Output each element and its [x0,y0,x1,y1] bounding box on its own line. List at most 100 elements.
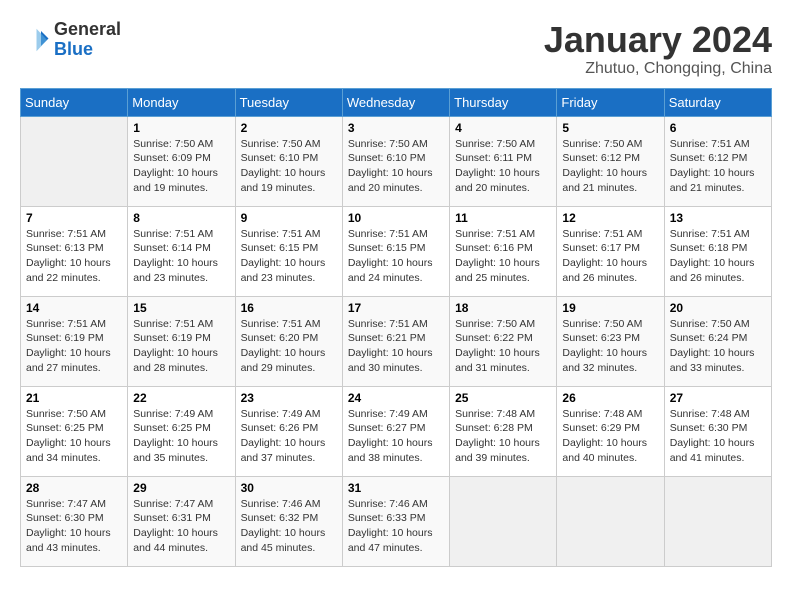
day-number: 5 [562,121,658,135]
day-info: Sunrise: 7:50 AMSunset: 6:12 PMDaylight:… [562,137,658,196]
calendar-header: SundayMondayTuesdayWednesdayThursdayFrid… [21,88,772,116]
day-of-week-header: Saturday [664,88,771,116]
day-info: Sunrise: 7:51 AMSunset: 6:15 PMDaylight:… [241,227,337,286]
day-info: Sunrise: 7:50 AMSunset: 6:24 PMDaylight:… [670,317,766,376]
day-number: 6 [670,121,766,135]
day-info: Sunrise: 7:48 AMSunset: 6:29 PMDaylight:… [562,407,658,466]
day-number: 12 [562,211,658,225]
calendar-cell: 21 Sunrise: 7:50 AMSunset: 6:25 PMDayligh… [21,386,128,476]
day-info: Sunrise: 7:48 AMSunset: 6:28 PMDaylight:… [455,407,551,466]
day-number: 23 [241,391,337,405]
day-number: 29 [133,481,229,495]
calendar-cell: 2Sunrise: 7:50 AMSunset: 6:10 PMDaylight… [235,116,342,206]
calendar-body: 1 Sunrise: 7:50 AMSunset: 6:09 PMDaylight… [21,116,772,566]
day-info: Sunrise: 7:51 AMSunset: 6:18 PMDaylight:… [670,227,766,286]
day-info: Sunrise: 7:49 AMSunset: 6:25 PMDaylight:… [133,407,229,466]
day-info: Sunrise: 7:51 AMSunset: 6:15 PMDaylight:… [348,227,444,286]
day-info: Sunrise: 7:49 AMSunset: 6:27 PMDaylight:… [348,407,444,466]
day-number: 24 [348,391,444,405]
day-number: 4 [455,121,551,135]
calendar-cell: 7 Sunrise: 7:51 AMSunset: 6:13 PMDaylight… [21,206,128,296]
calendar-cell: 1 Sunrise: 7:50 AMSunset: 6:09 PMDaylight… [128,116,235,206]
calendar-cell: 8 Sunrise: 7:51 AMSunset: 6:14 PMDaylight… [128,206,235,296]
day-number: 17 [348,301,444,315]
day-info: Sunrise: 7:49 AMSunset: 6:26 PMDaylight:… [241,407,337,466]
calendar-cell: 23 Sunrise: 7:49 AMSunset: 6:26 PMDayligh… [235,386,342,476]
calendar-cell: 3 Sunrise: 7:50 AMSunset: 6:10 PMDaylight… [342,116,449,206]
calendar-week-row: 7 Sunrise: 7:51 AMSunset: 6:13 PMDaylight… [21,206,772,296]
page-header: General Blue January 2024 Zhutuo, Chongq… [20,20,772,78]
logo-blue: Blue [54,39,93,59]
day-number: 27 [670,391,766,405]
day-number: 21 [26,391,122,405]
calendar-cell: 14Sunrise: 7:51 AMSunset: 6:19 PMDayligh… [21,296,128,386]
logo-icon [20,25,50,55]
calendar-cell: 18Sunrise: 7:50 AMSunset: 6:22 PMDayligh… [450,296,557,386]
day-info: Sunrise: 7:50 AMSunset: 6:09 PMDaylight:… [133,137,229,196]
day-info: Sunrise: 7:50 AMSunset: 6:10 PMDaylight:… [348,137,444,196]
day-info: Sunrise: 7:50 AMSunset: 6:25 PMDaylight:… [26,407,122,466]
day-number: 28 [26,481,122,495]
day-number: 11 [455,211,551,225]
calendar-cell: 6Sunrise: 7:51 AMSunset: 6:12 PMDaylight… [664,116,771,206]
calendar-cell: 16Sunrise: 7:51 AMSunset: 6:20 PMDayligh… [235,296,342,386]
header-row: SundayMondayTuesdayWednesdayThursdayFrid… [21,88,772,116]
day-number: 26 [562,391,658,405]
day-number: 1 [133,121,229,135]
day-info: Sunrise: 7:51 AMSunset: 6:13 PMDaylight:… [26,227,122,286]
calendar-cell [21,116,128,206]
title-section: January 2024 Zhutuo, Chongqing, China [544,20,772,78]
day-number: 3 [348,121,444,135]
logo: General Blue [20,20,121,60]
calendar-cell: 9 Sunrise: 7:51 AMSunset: 6:15 PMDaylight… [235,206,342,296]
calendar-cell: 4 Sunrise: 7:50 AMSunset: 6:11 PMDaylight… [450,116,557,206]
day-of-week-header: Wednesday [342,88,449,116]
day-number: 16 [241,301,337,315]
day-number: 22 [133,391,229,405]
day-number: 8 [133,211,229,225]
calendar-cell: 5 Sunrise: 7:50 AMSunset: 6:12 PMDaylight… [557,116,664,206]
day-number: 30 [241,481,337,495]
calendar-week-row: 14Sunrise: 7:51 AMSunset: 6:19 PMDayligh… [21,296,772,386]
day-info: Sunrise: 7:51 AMSunset: 6:17 PMDaylight:… [562,227,658,286]
day-number: 10 [348,211,444,225]
calendar-cell: 31 Sunrise: 7:46 AMSunset: 6:33 PMDayligh… [342,476,449,566]
location: Zhutuo, Chongqing, China [544,60,772,78]
calendar-cell: 30Sunrise: 7:46 AMSunset: 6:32 PMDayligh… [235,476,342,566]
day-number: 7 [26,211,122,225]
day-number: 9 [241,211,337,225]
day-of-week-header: Sunday [21,88,128,116]
day-of-week-header: Tuesday [235,88,342,116]
calendar-cell [664,476,771,566]
month-title: January 2024 [544,20,772,60]
calendar-cell [557,476,664,566]
day-number: 18 [455,301,551,315]
day-number: 31 [348,481,444,495]
day-info: Sunrise: 7:46 AMSunset: 6:33 PMDaylight:… [348,497,444,556]
day-info: Sunrise: 7:50 AMSunset: 6:23 PMDaylight:… [562,317,658,376]
calendar-cell: 11 Sunrise: 7:51 AMSunset: 6:16 PMDayligh… [450,206,557,296]
day-number: 19 [562,301,658,315]
day-number: 13 [670,211,766,225]
day-info: Sunrise: 7:50 AMSunset: 6:10 PMDaylight:… [241,137,337,196]
calendar-week-row: 28 Sunrise: 7:47 AMSunset: 6:30 PMDayligh… [21,476,772,566]
calendar-cell: 13 Sunrise: 7:51 AMSunset: 6:18 PMDayligh… [664,206,771,296]
calendar-week-row: 1 Sunrise: 7:50 AMSunset: 6:09 PMDaylight… [21,116,772,206]
day-info: Sunrise: 7:48 AMSunset: 6:30 PMDaylight:… [670,407,766,466]
day-info: Sunrise: 7:47 AMSunset: 6:31 PMDaylight:… [133,497,229,556]
day-number: 20 [670,301,766,315]
calendar-cell: 25Sunrise: 7:48 AMSunset: 6:28 PMDayligh… [450,386,557,476]
day-info: Sunrise: 7:51 AMSunset: 6:14 PMDaylight:… [133,227,229,286]
day-of-week-header: Thursday [450,88,557,116]
calendar-cell: 10 Sunrise: 7:51 AMSunset: 6:15 PMDayligh… [342,206,449,296]
calendar-cell: 15Sunrise: 7:51 AMSunset: 6:19 PMDayligh… [128,296,235,386]
day-number: 14 [26,301,122,315]
calendar-cell: 12 Sunrise: 7:51 AMSunset: 6:17 PMDayligh… [557,206,664,296]
day-info: Sunrise: 7:51 AMSunset: 6:16 PMDaylight:… [455,227,551,286]
calendar-cell: 29 Sunrise: 7:47 AMSunset: 6:31 PMDayligh… [128,476,235,566]
day-info: Sunrise: 7:47 AMSunset: 6:30 PMDaylight:… [26,497,122,556]
calendar-cell: 24 Sunrise: 7:49 AMSunset: 6:27 PMDayligh… [342,386,449,476]
calendar-cell: 17 Sunrise: 7:51 AMSunset: 6:21 PMDayligh… [342,296,449,386]
day-info: Sunrise: 7:50 AMSunset: 6:11 PMDaylight:… [455,137,551,196]
day-info: Sunrise: 7:51 AMSunset: 6:21 PMDaylight:… [348,317,444,376]
